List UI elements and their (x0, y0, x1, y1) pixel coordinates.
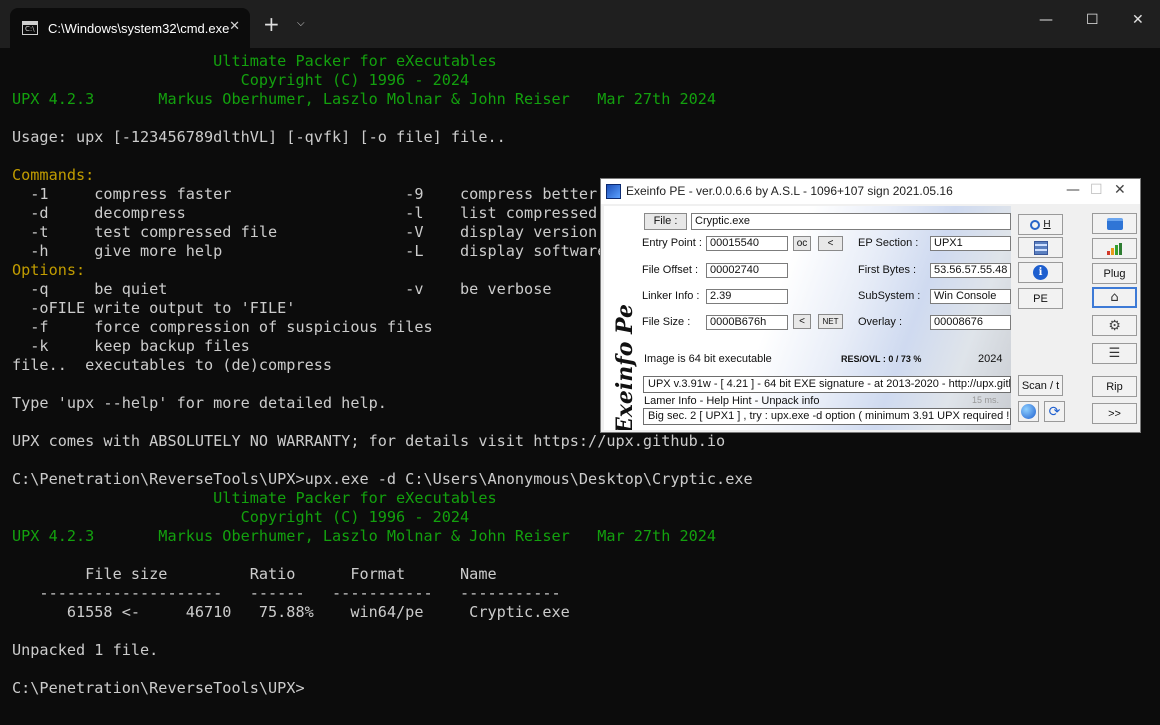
scan-button[interactable]: Scan / t (1018, 375, 1063, 396)
gear-icon: ⚙ (1108, 317, 1121, 334)
exeinfo-app-icon (606, 184, 621, 199)
file-name-field[interactable]: Cryptic.exe (691, 213, 1011, 230)
folder-icon (1106, 217, 1123, 230)
ep-section-field[interactable]: UPX1 (930, 236, 1011, 251)
terminal-line: -------------------- ------ ----------- … (12, 584, 561, 602)
exeinfo-titlebar: Exeinfo PE - ver.0.0.6.6 by A.S.L - 1096… (601, 179, 1140, 204)
bar-chart-icon (1107, 242, 1122, 255)
exeinfo-minimize-button[interactable]: — (1066, 182, 1080, 198)
hint-field[interactable]: Big sec. 2 [ UPX1 ] , try : upx.exe -d o… (643, 408, 1011, 425)
stats-button[interactable] (1092, 238, 1137, 259)
terminal-line: 61558 <- 46710 75.88% win64/pe Cryptic.e… (12, 603, 570, 621)
linker-info-label: Linker Info : (642, 290, 700, 302)
terminal-line: Ultimate Packer for eXecutables (12, 489, 497, 507)
info-button[interactable]: i (1018, 262, 1063, 283)
terminal-titlebar: C:\ C:\Windows\system32\cmd.exe ✕ + ⌵ — … (0, 0, 1160, 48)
exeinfo-info-panel: Exeinfo Pe File : Cryptic.exe Entry Poin… (604, 206, 1011, 430)
ms-counter: 15 ms. (972, 395, 1000, 405)
next-button[interactable]: >> (1092, 403, 1137, 424)
web-button[interactable] (1018, 401, 1039, 422)
new-tab-button[interactable]: + (263, 14, 280, 34)
hamburger-icon: ☰ (1108, 346, 1121, 361)
lamer-info-link[interactable]: Lamer Info - Help Hint - Unpack info (644, 395, 819, 407)
terminal-line: C:\Penetration\ReverseTools\UPX> (12, 679, 305, 697)
exeinfo-title: Exeinfo PE - ver.0.0.6.6 by A.S.L - 1096… (626, 184, 953, 198)
entry-point-label: Entry Point : (642, 237, 702, 249)
fs-back-button[interactable]: < (793, 314, 811, 329)
exeinfo-close-button[interactable]: ✕ (1114, 182, 1126, 198)
terminal-line: Copyright (C) 1996 - 2024 (12, 508, 470, 526)
res-ovl-text: RES/OVL : 0 / 73 % (841, 354, 922, 364)
refresh-button[interactable]: ⟳ (1044, 401, 1065, 422)
bitness-text: Image is 64 bit executable (644, 353, 772, 365)
exeinfo-logo: Exeinfo Pe (612, 304, 638, 430)
overlay-label: Overlay : (858, 316, 903, 328)
tab-title: C:\Windows\system32\cmd.exe (48, 20, 230, 36)
plug-button[interactable]: Plug (1092, 263, 1137, 284)
home-icon: ⌂ (1110, 290, 1119, 305)
linker-info-field[interactable]: 2.39 (706, 289, 788, 304)
terminal-line: Ultimate Packer for eXecutables (12, 52, 497, 70)
overlay-field[interactable]: 00008676 (930, 315, 1011, 330)
rip-button[interactable]: Rip (1092, 376, 1137, 397)
file-offset-label: File Offset : (642, 264, 699, 276)
terminal-line: Copyright (C) 1996 - 2024 (12, 71, 470, 89)
menu-button[interactable]: ☰ (1092, 343, 1137, 364)
tab-close-icon[interactable]: ✕ (229, 19, 240, 34)
first-bytes-field[interactable]: 53.56.57.55.48 (930, 263, 1011, 278)
signature-field[interactable]: UPX v.3.91w - [ 4.21 ] - 64 bit EXE sign… (643, 376, 1011, 393)
file-open-button[interactable]: File : (644, 213, 687, 230)
terminal-line: Unpacked 1 file. (12, 641, 159, 659)
open-folder-button[interactable] (1092, 213, 1137, 234)
first-bytes-label: First Bytes : (858, 264, 917, 276)
terminal-line: UPX 4.2.3 Markus Oberhumer, Laszlo Molna… (12, 527, 717, 545)
maximize-button[interactable]: ☐ (1086, 12, 1099, 28)
cmd-icon: C:\ (22, 21, 38, 35)
subsystem-field[interactable]: Win Console (930, 289, 1011, 304)
entry-point-field[interactable]: 00015540 (706, 236, 788, 251)
globe-icon (1021, 404, 1036, 419)
sections-button[interactable] (1018, 237, 1063, 258)
oc-button[interactable]: oc (793, 236, 811, 251)
exeinfo-window: Exeinfo PE - ver.0.0.6.6 by A.S.L - 1096… (600, 178, 1141, 433)
terminal-line: File size Ratio Format Name (12, 565, 497, 583)
terminal-line: UPX comes with ABSOLUTELY NO WARRANTY; f… (12, 432, 726, 450)
file-offset-field[interactable]: 00002740 (706, 263, 788, 278)
settings-button[interactable]: ⚙ (1092, 315, 1137, 336)
close-button[interactable]: ✕ (1132, 12, 1144, 28)
search-button[interactable]: H (1018, 214, 1063, 235)
terminal-line: C:\Penetration\ReverseTools\UPX>upx.exe … (12, 470, 753, 488)
pe-button[interactable]: PE (1018, 288, 1063, 309)
exeinfo-maximize-button[interactable]: ☐ (1090, 182, 1103, 198)
ep-back-button[interactable]: < (818, 236, 843, 251)
info-icon: i (1033, 265, 1048, 280)
terminal-line: Usage: upx [-123456789dlthVL] [-qvfk] [-… (12, 128, 506, 146)
terminal-tab[interactable]: C:\ C:\Windows\system32\cmd.exe ✕ (10, 8, 250, 48)
file-size-field[interactable]: 0000B676h (706, 315, 788, 330)
file-size-label: File Size : (642, 316, 691, 328)
home-button[interactable]: ⌂ (1092, 287, 1137, 308)
minimize-button[interactable]: — (1039, 12, 1053, 28)
net-button[interactable]: NET (818, 314, 843, 329)
search-icon (1030, 219, 1041, 230)
terminal-line: UPX 4.2.3 Markus Oberhumer, Laszlo Molna… (12, 90, 717, 108)
year-text: 2024 (978, 353, 1003, 365)
ep-section-label: EP Section : (858, 237, 919, 249)
tab-dropdown-icon[interactable]: ⌵ (297, 18, 305, 29)
refresh-icon: ⟳ (1048, 403, 1061, 420)
sections-icon (1033, 240, 1048, 255)
subsystem-label: SubSystem : (858, 290, 921, 302)
